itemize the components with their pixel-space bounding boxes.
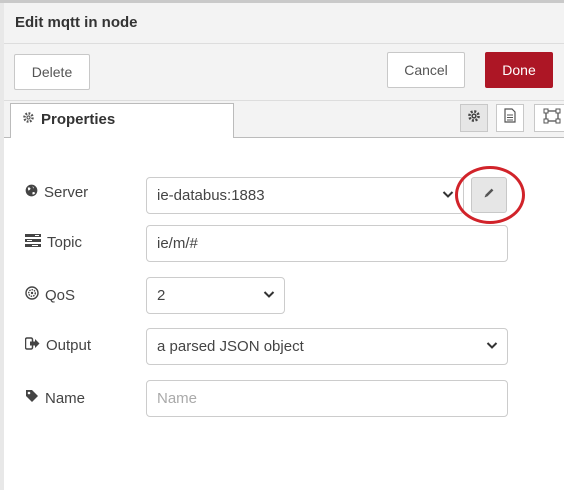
- tray-header: Edit mqtt in node: [4, 3, 564, 44]
- sign-out-icon: [24, 337, 40, 354]
- topic-label: Topic: [47, 234, 83, 251]
- qos-label: QoS: [45, 286, 76, 304]
- server-label-row: Server: [25, 184, 88, 201]
- name-label-row: Name: [25, 389, 85, 407]
- topic-label-row: Topic: [25, 234, 82, 251]
- chevron-down-icon: [262, 287, 276, 305]
- tab-properties-label: Properties: [41, 111, 116, 128]
- qos-icon: [25, 286, 39, 304]
- chevron-down-icon: [485, 338, 499, 356]
- chevron-down-icon: [441, 187, 455, 205]
- tab-properties-label-wrap: Properties: [22, 111, 115, 128]
- server-label: Server: [44, 184, 89, 201]
- tag-icon: [25, 389, 39, 407]
- cog-icon: [22, 111, 35, 128]
- tray-title: Edit mqtt in node: [15, 14, 138, 31]
- output-label-row: Output: [24, 337, 92, 354]
- topic-input[interactable]: ie/m/#: [146, 225, 508, 262]
- server-select[interactable]: ie-databus:1883: [146, 177, 464, 214]
- topic-value: ie/m/#: [157, 235, 198, 252]
- name-input[interactable]: Name: [146, 380, 508, 417]
- tab-properties[interactable]: Properties: [10, 103, 234, 138]
- output-select[interactable]: a parsed JSON object: [146, 328, 508, 365]
- output-value: a parsed JSON object: [157, 338, 304, 355]
- frame-icon: [543, 108, 561, 129]
- gear-icon: [467, 109, 481, 128]
- node-description-tab[interactable]: [496, 104, 524, 132]
- node-appearance-tab[interactable]: [534, 104, 564, 132]
- cancel-button[interactable]: Cancel: [387, 52, 465, 88]
- done-button[interactable]: Done: [485, 52, 553, 88]
- globe-icon: [25, 184, 38, 201]
- qos-value: 2: [157, 287, 166, 304]
- node-settings-tab[interactable]: [460, 104, 488, 132]
- server-value: ie-databus:1883: [157, 187, 265, 204]
- name-label: Name: [45, 389, 86, 407]
- name-placeholder: Name: [157, 390, 198, 407]
- highlight-circle-annotation: [455, 166, 525, 224]
- tasks-icon: [25, 234, 41, 251]
- delete-button[interactable]: Delete: [14, 54, 90, 90]
- qos-label-row: QoS: [25, 286, 75, 304]
- qos-select[interactable]: 2: [146, 277, 285, 314]
- document-icon: [504, 108, 516, 128]
- output-label: Output: [46, 337, 92, 354]
- tab-bar: Properties: [4, 101, 564, 138]
- tray-toolbar: Delete Cancel Done: [4, 44, 564, 101]
